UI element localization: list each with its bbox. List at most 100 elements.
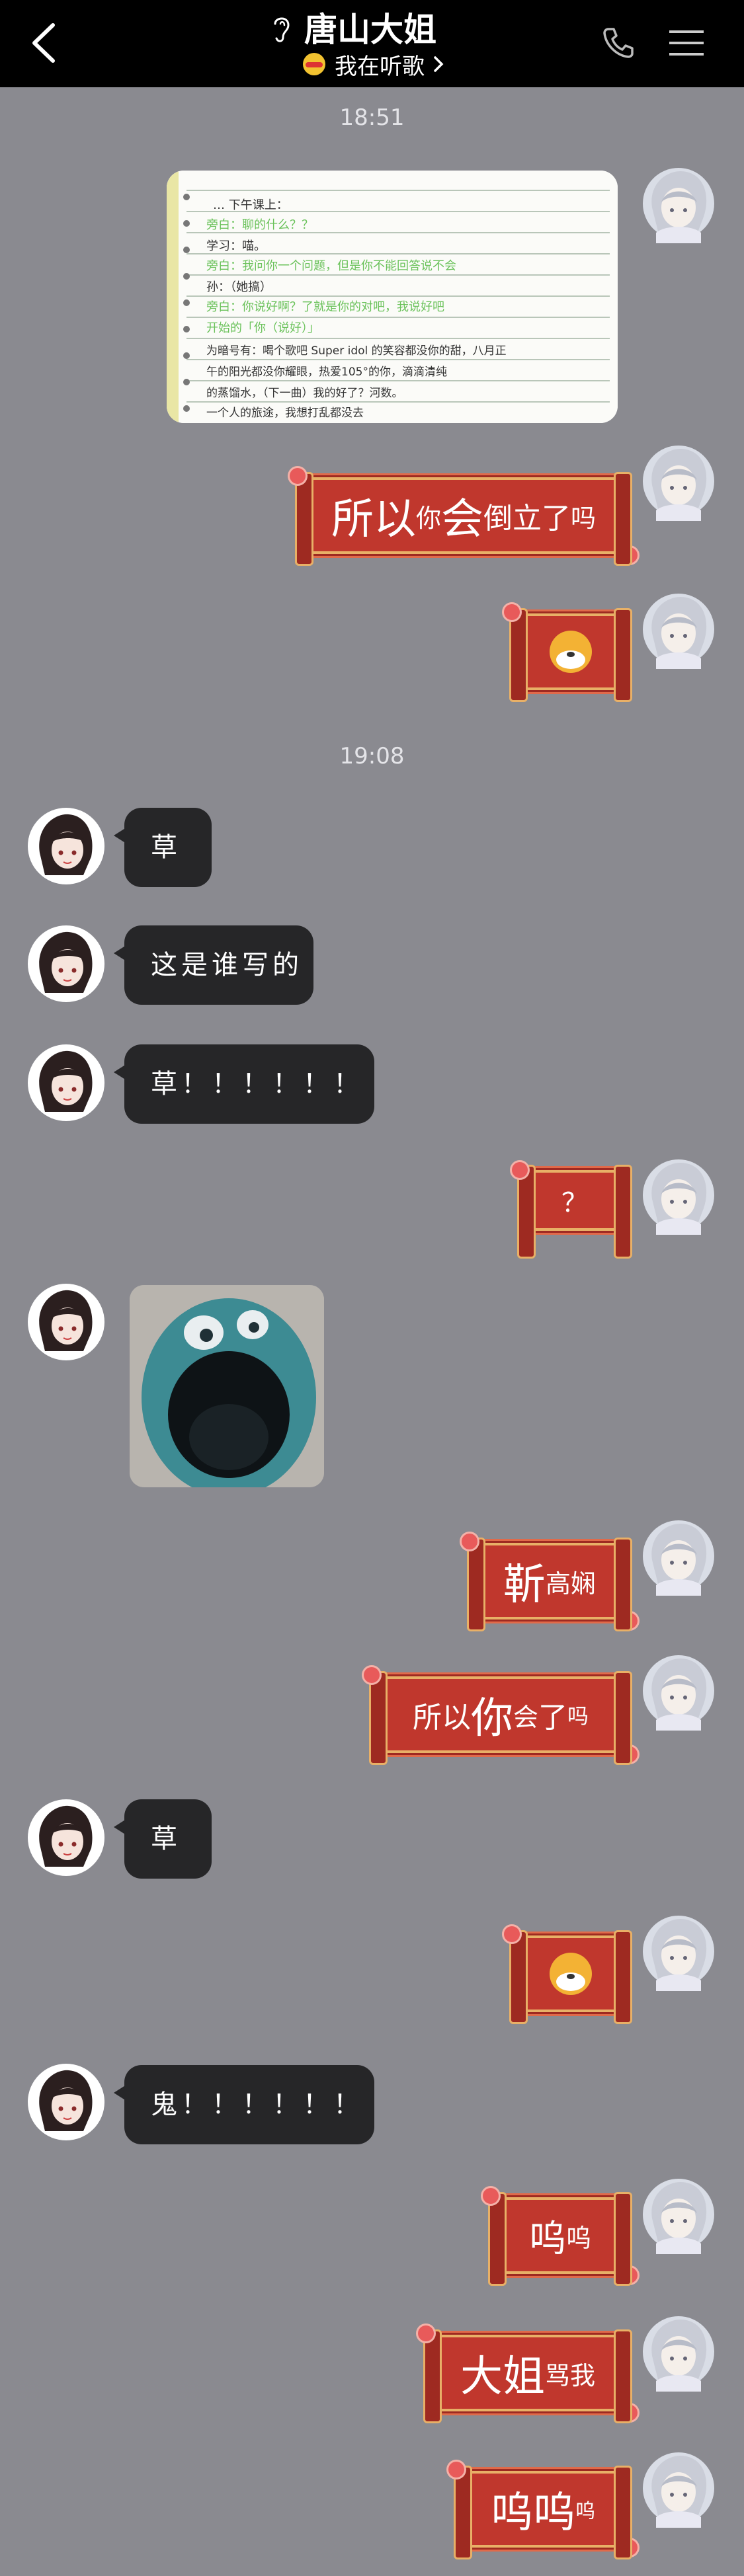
listening-status[interactable]: 我在听歌 <box>303 48 444 81</box>
message-text: 呜呜 <box>491 2489 575 2538</box>
my-avatar[interactable] <box>636 2310 721 2394</box>
chevron-right-icon <box>434 56 444 72</box>
avatar-image <box>28 925 104 1002</box>
plum-flower-decoration <box>512 1162 528 1178</box>
scroll-message[interactable]: 靳 高娴 <box>462 1534 638 1631</box>
incoming-message[interactable]: 草 <box>114 808 212 887</box>
scroll-message[interactable]: 呜呜 呜 <box>448 2462 638 2559</box>
notebook-line: 午的阳光都没你耀眼，热爱105°的你，滴滴清纯 <box>206 366 447 379</box>
message-text: 高娴 <box>545 1569 596 1598</box>
contact-avatar[interactable] <box>26 1798 106 1877</box>
scroll-message[interactable]: 大姐 骂我 <box>418 2325 638 2423</box>
plum-flower-decoration <box>622 2540 638 2556</box>
message-text: 倒立了 <box>483 502 571 535</box>
contact-avatar[interactable] <box>26 806 106 886</box>
notebook-line: 学习：喵。 <box>206 239 266 253</box>
timestamp: 18:51 <box>339 104 405 131</box>
avatar-image <box>28 808 104 884</box>
plum-flower-decoration <box>622 1746 638 1762</box>
avatar-image <box>643 2452 714 2528</box>
message-text: 骂我 <box>544 2361 595 2390</box>
contact-avatar[interactable] <box>26 1282 106 1362</box>
message-text: 呜 <box>528 2217 566 2261</box>
plum-flower-decoration <box>418 2325 434 2341</box>
plum-flower-decoration <box>622 1613 638 1629</box>
sticker-message[interactable] <box>130 1285 324 1487</box>
notebook-line: … 下午课上： <box>213 198 288 212</box>
scroll-message[interactable]: ？ <box>512 1162 632 1259</box>
message-text: 你 <box>415 503 441 533</box>
message-text: 会 <box>441 495 483 544</box>
plum-flower-decoration <box>622 547 638 563</box>
message-text: 靳 <box>503 1561 546 1610</box>
contact-avatar[interactable] <box>26 924 106 1003</box>
plum-flower-decoration <box>622 2405 638 2421</box>
plum-flower-decoration <box>448 2462 464 2478</box>
avatar-image <box>28 1799 104 1876</box>
avatar-image <box>643 594 714 669</box>
scroll-message[interactable]: 所以 你 会 倒立了 吗 <box>290 468 638 566</box>
notebook-line: 旁白：你说好啊？了就是你的对吧，我说好吧 <box>206 300 444 314</box>
timestamp: 19:08 <box>339 743 405 769</box>
avatar-image <box>643 1916 714 1991</box>
notebook-photo: … 下午课上： 旁白：聊的什么？？ 学习：喵。 旁白：我问你一个问题，但是你不能… <box>167 171 618 423</box>
my-avatar[interactable] <box>636 1514 721 1598</box>
avatar-image <box>643 446 714 521</box>
my-avatar[interactable] <box>636 587 721 672</box>
message-text: 会 <box>513 1702 538 1732</box>
dog-sticker-icon <box>550 1953 592 1995</box>
avatar-image <box>643 1520 714 1596</box>
incoming-message[interactable]: 这是谁写的 <box>114 925 313 1005</box>
my-avatar[interactable] <box>636 439 721 524</box>
incoming-message[interactable]: 草！！！！！！ <box>114 1044 374 1124</box>
back-icon[interactable] <box>25 21 65 65</box>
my-avatar[interactable] <box>636 161 721 246</box>
notebook-line: 旁白：聊的什么？？ <box>206 218 313 232</box>
emoji-message[interactable] <box>504 1926 632 2024</box>
avatar-image <box>643 1159 714 1235</box>
avatar-image <box>28 1284 104 1360</box>
message-text: 所以 <box>331 495 416 544</box>
avatar-image <box>643 2179 714 2254</box>
dog-sticker-icon <box>550 631 592 673</box>
message-text: 大姐 <box>460 2353 545 2401</box>
phone-icon[interactable] <box>602 25 636 59</box>
message-text: 呜 <box>565 2223 591 2253</box>
menu-icon[interactable] <box>668 28 705 58</box>
plum-flower-decoration <box>504 604 520 620</box>
notebook-line: 开始的「你（说好）」 <box>206 321 319 335</box>
scroll-message[interactable]: 呜 呜 <box>483 2188 638 2286</box>
incoming-message[interactable]: 草 <box>114 1799 212 1879</box>
ear-icon <box>274 17 290 42</box>
message-text: 了 <box>538 1701 567 1735</box>
screaming-blob-sticker <box>130 1285 324 1487</box>
my-avatar[interactable] <box>636 2446 721 2530</box>
contact-avatar[interactable] <box>26 1043 106 1122</box>
incoming-message[interactable]: 鬼！！！！！！ <box>114 2065 374 2144</box>
chat-title[interactable]: 唐山大姐 <box>304 7 463 53</box>
avatar-image <box>28 1044 104 1121</box>
message-text: 吗 <box>571 503 597 533</box>
contact-avatar[interactable] <box>26 2062 106 2142</box>
image-message[interactable]: … 下午课上： 旁白：聊的什么？？ 学习：喵。 旁白：我问你一个问题，但是你不能… <box>167 171 618 423</box>
my-avatar[interactable] <box>636 1649 721 1733</box>
notebook-line: 一个人的旅途，我想打乱都没去 <box>206 407 364 420</box>
my-avatar[interactable] <box>636 2172 721 2257</box>
scroll-message[interactable]: 所以 你 会 了 吗 <box>364 1667 638 1765</box>
plum-flower-decoration <box>483 2188 499 2204</box>
notebook-line: 为暗号有：喝个歌吧 Super idol 的笑容都没你的甜，八月正 <box>206 344 507 358</box>
notebook-line: 孙：（她搞） <box>206 280 272 294</box>
emoji-message[interactable] <box>504 604 632 702</box>
notebook-line: 的蒸馏水，（下一曲）我的好了？河数。 <box>206 387 403 400</box>
my-avatar[interactable] <box>636 1909 721 1994</box>
plum-flower-decoration <box>290 468 306 484</box>
message-text: 你 <box>470 1694 513 1743</box>
avatar-image <box>643 1655 714 1731</box>
message-text: 吗 <box>567 1703 589 1729</box>
notebook-line: 旁白：我问你一个问题，但是你不能回答说不会 <box>206 259 456 273</box>
my-avatar[interactable] <box>636 1153 721 1237</box>
message-text: ？ <box>561 1188 588 1218</box>
avatar-image <box>28 2064 104 2140</box>
avatar-image <box>643 2316 714 2392</box>
plum-flower-decoration <box>504 1926 520 1942</box>
